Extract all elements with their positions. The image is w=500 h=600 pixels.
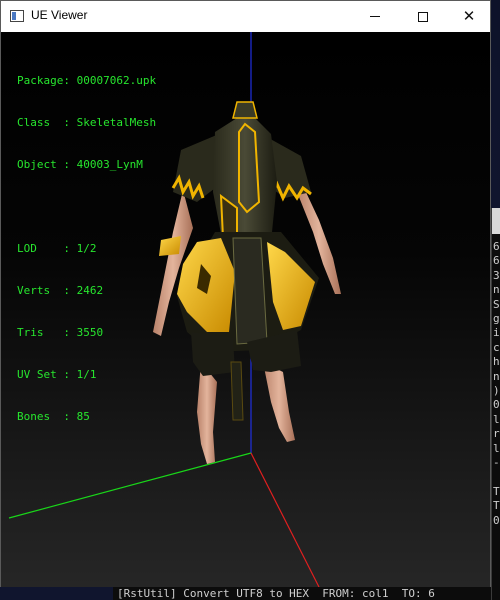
- mesh-info-overlay: Package: 00007062.upk Class : SkeletalMe…: [17, 46, 156, 452]
- minimize-icon: [370, 16, 380, 17]
- console-line: 0: [493, 513, 500, 527]
- info-package: Package: 00007062.upk: [17, 74, 157, 87]
- console-line: 3: [493, 268, 500, 282]
- console-line: S: [493, 297, 500, 311]
- console-line: g: [493, 312, 500, 325]
- console-line: 6: [493, 254, 500, 268]
- ue-viewer-window[interactable]: UE Viewer ✕ Package: 00007062.upk Class …: [0, 0, 491, 587]
- console-line: 0: [493, 398, 500, 412]
- console-line: h: [493, 355, 500, 369]
- console-line: 6: [493, 240, 500, 253]
- maximize-button[interactable]: [400, 1, 446, 32]
- console-line: i: [493, 326, 500, 340]
- console-bottom-line: [RstUtil] Convert UTF8 to HEX FROM: col1…: [113, 587, 491, 600]
- console-line: n: [493, 369, 500, 383]
- console-line: r: [493, 427, 500, 441]
- info-lod: LOD : 1/2: [17, 242, 97, 255]
- window-title: UE Viewer: [31, 8, 88, 22]
- close-icon: ✕: [462, 7, 476, 25]
- model-leg-left: [197, 362, 217, 464]
- console-line: l: [493, 412, 500, 426]
- console-line: l: [493, 441, 500, 455]
- 3d-viewport[interactable]: Package: 00007062.upk Class : SkeletalMe…: [1, 32, 490, 587]
- axis-green: [8, 452, 252, 519]
- info-tris: Tris : 3550: [17, 326, 104, 339]
- console-line: T: [493, 484, 500, 498]
- minimize-button[interactable]: [352, 1, 398, 32]
- background-console-window[interactable]: 6 6 3 n Sg i c h n) 0 l r l - T T 0: [491, 208, 500, 600]
- info-bones: Bones : 85: [17, 410, 90, 423]
- model-cuff-left: [159, 236, 181, 256]
- console-line: -: [493, 456, 500, 469]
- console-line: n: [493, 283, 500, 297]
- info-class: Class : SkeletalMesh: [17, 116, 157, 129]
- close-button[interactable]: ✕: [446, 1, 492, 32]
- console-scrollbar[interactable]: [492, 208, 500, 234]
- info-uvset: UV Set : 1/1: [17, 368, 97, 381]
- model-bloomers: [191, 332, 235, 376]
- model-leg-right: [263, 362, 295, 442]
- maximize-icon: [418, 11, 428, 22]
- info-verts: Verts : 2462: [17, 284, 104, 297]
- info-object: Object : 40003_LynM: [17, 158, 143, 171]
- app-icon: [10, 10, 24, 22]
- model-tail: [230, 361, 244, 421]
- console-line: T: [493, 499, 500, 513]
- console-line: c: [493, 340, 500, 354]
- axis-red: [250, 452, 320, 587]
- title-bar[interactable]: UE Viewer ✕: [1, 1, 490, 32]
- console-line: ): [493, 384, 500, 397]
